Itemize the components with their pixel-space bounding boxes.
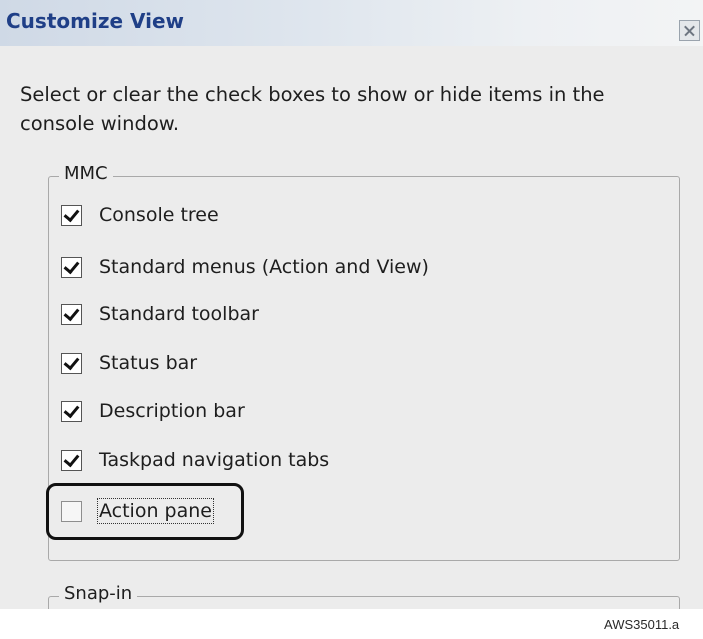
status-bar-checkbox[interactable] bbox=[61, 352, 82, 374]
title-bar: Customize View bbox=[0, 0, 703, 46]
status-bar-option[interactable]: Status bar bbox=[61, 348, 197, 378]
customize-view-dialog: Customize View Select or clear the check… bbox=[0, 0, 703, 609]
standard-menus-option[interactable]: Standard menus (Action and View) bbox=[61, 252, 429, 282]
description-bar-label[interactable]: Description bar bbox=[99, 400, 245, 422]
taskpad-tabs-label[interactable]: Taskpad navigation tabs bbox=[99, 449, 329, 471]
instructions-line-1: Select or clear the check boxes to show … bbox=[20, 83, 605, 106]
standard-menus-label[interactable]: Standard menus (Action and View) bbox=[99, 256, 429, 278]
instructions-text: Select or clear the check boxes to show … bbox=[20, 80, 700, 138]
standard-toolbar-checkbox[interactable] bbox=[61, 303, 82, 325]
console-tree-checkbox[interactable] bbox=[61, 204, 82, 226]
console-tree-option[interactable]: Console tree bbox=[61, 200, 219, 230]
close-icon[interactable] bbox=[679, 20, 700, 41]
dialog-title: Customize View bbox=[6, 9, 185, 33]
standard-menus-checkbox[interactable] bbox=[61, 256, 82, 278]
action-pane-highlight bbox=[46, 483, 244, 540]
description-bar-option[interactable]: Description bar bbox=[61, 396, 245, 426]
status-bar-label[interactable]: Status bar bbox=[99, 352, 197, 374]
figure-code: AWS35011.a bbox=[604, 617, 680, 632]
snapin-group: Snap-in bbox=[48, 583, 680, 609]
standard-toolbar-option[interactable]: Standard toolbar bbox=[61, 299, 259, 329]
snapin-group-legend: Snap-in bbox=[59, 583, 138, 604]
taskpad-tabs-checkbox[interactable] bbox=[61, 449, 82, 471]
mmc-group-legend: MMC bbox=[59, 163, 113, 184]
taskpad-tabs-option[interactable]: Taskpad navigation tabs bbox=[61, 445, 329, 475]
description-bar-checkbox[interactable] bbox=[61, 400, 82, 422]
instructions-line-2: console window. bbox=[20, 112, 180, 135]
console-tree-label[interactable]: Console tree bbox=[99, 204, 219, 226]
standard-toolbar-label[interactable]: Standard toolbar bbox=[99, 303, 259, 325]
